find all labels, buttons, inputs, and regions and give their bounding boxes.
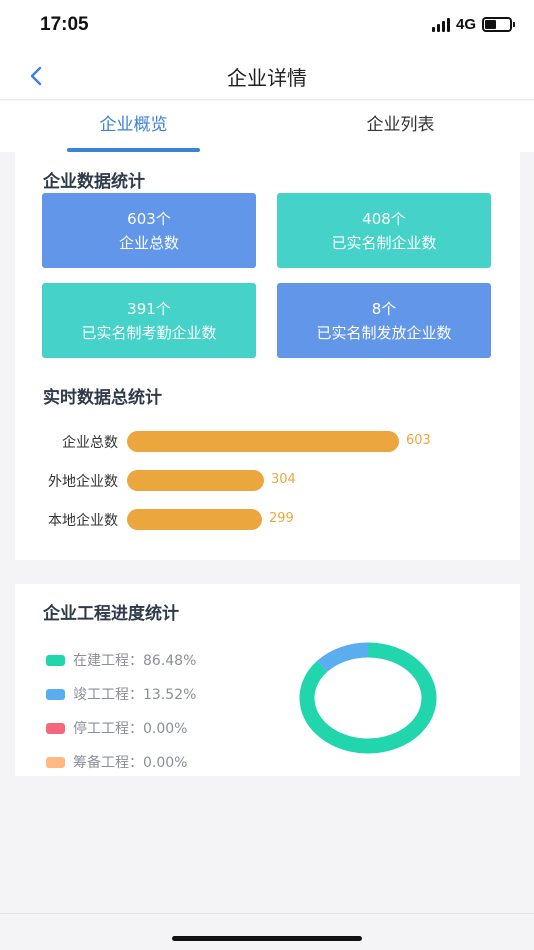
battery-icon [482, 17, 515, 32]
stats-card: 企业数据统计 603个 企业总数 408个 已实名制企业数 391个 已实名制考… [15, 152, 520, 560]
legend-swatch [46, 654, 65, 666]
bar-value: 299 [269, 511, 294, 526]
donut-slice [317, 642, 369, 673]
bar-label: 企业总数 [62, 435, 118, 451]
page-title: 企业详情 [227, 66, 307, 90]
stat-label: 企业总数 [118, 234, 179, 252]
stat-value: 408个 [362, 210, 406, 228]
legend-label: 筹备工程：0.00% [73, 755, 188, 771]
bar-row: 企业总数 603 [15, 430, 520, 454]
network-type: 4G [455, 16, 476, 33]
stat-box-payroll[interactable]: 8个 已实名制发放企业数 [277, 283, 491, 358]
legend-label: 在建工程：86.48% [73, 653, 197, 669]
status-bar: 17:05 4G [0, 0, 534, 52]
stat-box-total[interactable]: 603个 企业总数 [42, 193, 256, 268]
tab-overview[interactable]: 企业概览 [0, 101, 267, 152]
stat-label: 已实名制发放企业数 [316, 324, 452, 342]
status-indicators: 4G [431, 16, 515, 33]
progress-card: 企业工程进度统计 在建工程：86.48% 竣工工程：13.52% 停工工程：0.… [15, 584, 520, 776]
tab-list[interactable]: 企业列表 [267, 101, 534, 152]
donut-chart [299, 642, 437, 754]
legend-item[interactable]: 竣工工程：13.52% [46, 684, 196, 704]
stat-label: 已实名制企业数 [331, 234, 437, 252]
legend-label: 停工工程：0.00% [73, 721, 188, 737]
legend-swatch [46, 688, 65, 700]
bar [127, 509, 262, 530]
legend-item[interactable]: 筹备工程：0.00% [46, 752, 187, 772]
bar [127, 431, 399, 452]
legend-label: 竣工工程：13.52% [73, 687, 197, 703]
section-title-progress: 企业工程进度统计 [43, 604, 179, 624]
bar-row: 本地企业数 299 [15, 508, 520, 532]
stat-box-attendance[interactable]: 391个 已实名制考勤企业数 [42, 283, 256, 358]
bar [127, 470, 264, 491]
section-title-stats: 企业数据统计 [43, 172, 145, 192]
section-title-realtime: 实时数据总统计 [43, 388, 162, 408]
bar-value: 603 [406, 433, 431, 448]
legend-swatch [46, 756, 65, 768]
stat-box-realname[interactable]: 408个 已实名制企业数 [277, 193, 491, 268]
bar-row: 外地企业数 304 [15, 469, 520, 493]
status-time: 17:05 [40, 14, 89, 35]
stat-value: 8个 [371, 300, 397, 318]
stat-value: 391个 [127, 300, 171, 318]
legend-item[interactable]: 停工工程：0.00% [46, 718, 187, 738]
signal-icon [431, 17, 450, 32]
divider [0, 913, 534, 914]
bar-label: 外地企业数 [48, 474, 118, 490]
bar-value: 304 [271, 472, 296, 487]
legend-item[interactable]: 在建工程：86.48% [46, 650, 196, 670]
stat-value: 603个 [127, 210, 171, 228]
legend-swatch [46, 722, 65, 734]
home-indicator [172, 936, 362, 941]
tab-bar: 企业概览 企业列表 [0, 101, 534, 152]
stat-label: 已实名制考勤企业数 [81, 324, 217, 342]
nav-bar: 企业详情 [0, 52, 534, 100]
bar-label: 本地企业数 [48, 513, 118, 529]
